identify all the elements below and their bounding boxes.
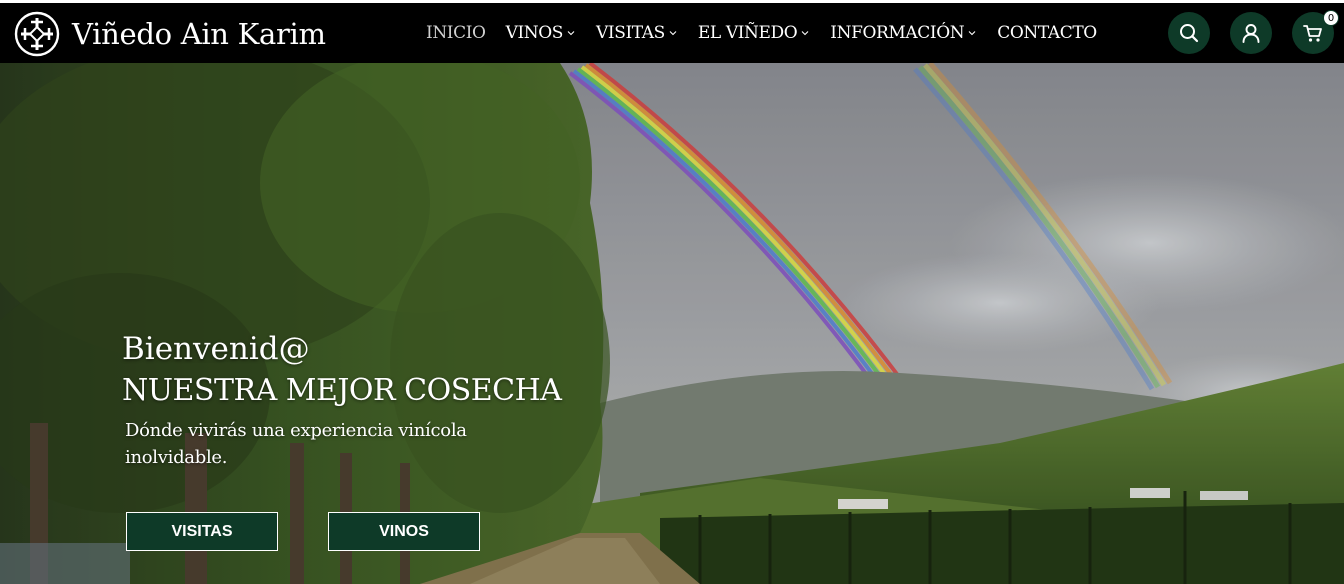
nav-label: VINOS — [505, 23, 564, 43]
chevron-down-icon — [567, 31, 575, 36]
cart-count-badge: 0 — [1323, 10, 1339, 26]
account-button[interactable] — [1230, 12, 1272, 54]
user-icon — [1242, 24, 1260, 43]
site-name: Viñedo Ain Karim — [72, 17, 326, 51]
nav-label: CONTACTO — [997, 23, 1097, 43]
nav-item-visitas[interactable]: VISITAS — [596, 23, 678, 43]
main-nav: INICIO VINOS VISITAS EL VIÑEDO INFORMACI… — [426, 3, 1097, 63]
nav-label: VISITAS — [596, 23, 665, 43]
cart-icon — [1303, 25, 1322, 42]
visitas-button[interactable]: VISITAS — [126, 512, 278, 551]
nav-label: INFORMACIÓN — [830, 23, 965, 43]
chevron-down-icon — [801, 31, 809, 36]
vinos-button[interactable]: VINOS — [328, 512, 480, 551]
nav-item-inicio[interactable]: INICIO — [426, 23, 486, 43]
search-icon — [1180, 24, 1199, 43]
hero-subtitle: Dónde vivirás una experiencia vinícola i… — [125, 420, 467, 468]
nav-label: EL VIÑEDO — [697, 23, 798, 43]
hero-banner: Bienvenid@ NUESTRA MEJOR COSECHA Dónde v… — [0, 63, 1344, 584]
nav-item-el-vinedo[interactable]: EL VIÑEDO — [698, 23, 810, 43]
search-button[interactable] — [1168, 12, 1210, 54]
logo-cross-icon — [14, 11, 60, 57]
chevron-down-icon — [669, 31, 677, 36]
hero-background-image — [0, 63, 1344, 584]
nav-label: INICIO — [426, 23, 486, 43]
nav-item-contacto[interactable]: CONTACTO — [997, 23, 1097, 43]
site-logo[interactable]: Viñedo Ain Karim — [14, 11, 326, 57]
nav-item-vinos[interactable]: VINOS — [506, 23, 576, 43]
hero-greeting: Bienvenid@ — [122, 331, 310, 367]
hero-text-block: Bienvenid@ NUESTRA MEJOR COSECHA Dónde v… — [122, 329, 562, 471]
chevron-down-icon — [968, 31, 976, 36]
hero-title: NUESTRA MEJOR COSECHA — [122, 373, 562, 408]
nav-item-informacion[interactable]: INFORMACIÓN — [830, 23, 977, 43]
